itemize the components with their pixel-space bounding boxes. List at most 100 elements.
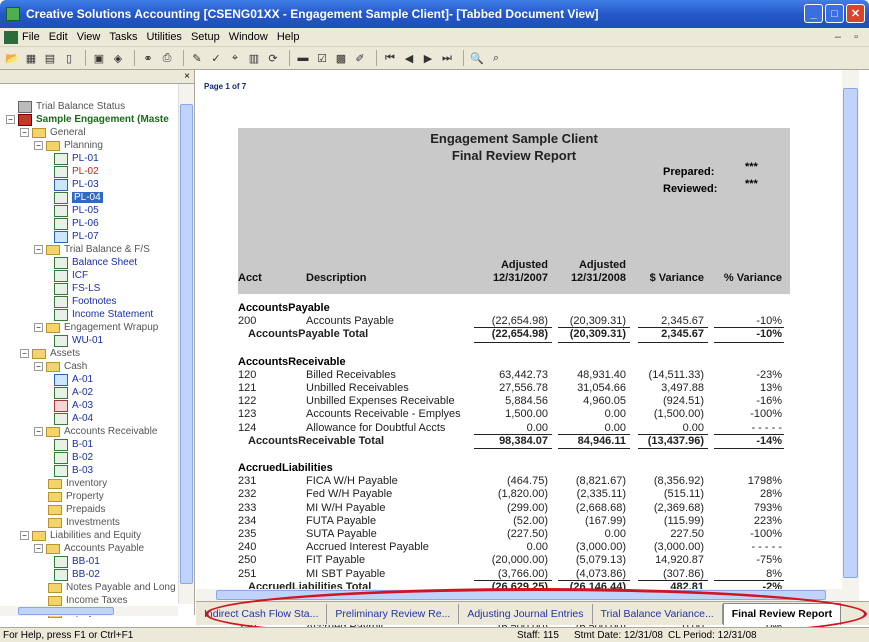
total-double-rule	[474, 341, 552, 343]
print-icon[interactable]: ⎙	[159, 50, 175, 66]
new-document-icon[interactable]: ▯	[61, 50, 77, 66]
first-page-icon[interactable]: ⏮	[382, 50, 398, 66]
maximize-button[interactable]: □	[825, 4, 844, 23]
collapse-icon[interactable]: −	[20, 349, 29, 358]
binoculars-icon[interactable]: ⌖	[227, 50, 243, 66]
table-row: 234 FUTA Payable (52.00) (167.99) (115.99) 22…	[238, 515, 790, 528]
tree-doc-fs-ls[interactable]: FS-LS	[54, 282, 100, 295]
menu-tasks[interactable]: Tasks	[109, 31, 137, 43]
diamond-icon[interactable]: ◈	[110, 50, 126, 66]
link-icon[interactable]: ⚭	[140, 50, 156, 66]
tree-doc-a-01[interactable]: A-01	[54, 373, 93, 386]
tree-hscroll-thumb[interactable]	[18, 607, 114, 615]
collapse-icon[interactable]: −	[34, 427, 43, 436]
close-button[interactable]: ✕	[846, 4, 865, 23]
table-cell: 31,054.66	[577, 382, 626, 394]
mdi-document-icon[interactable]	[4, 30, 18, 44]
tree-doc-wu-01[interactable]: WU-01	[54, 334, 103, 347]
collapse-icon[interactable]: −	[6, 115, 15, 124]
notes-icon[interactable]: ▬	[295, 50, 311, 66]
menu-setup[interactable]: Setup	[191, 31, 220, 43]
tree-folder-tb-fs[interactable]: − Trial Balance & F/S	[34, 243, 150, 256]
signoff-icon[interactable]: ☑	[314, 50, 330, 66]
tree-folder-accounts-receivable[interactable]: − Accounts Receivable	[34, 425, 157, 438]
last-page-icon[interactable]: ⏭	[439, 50, 455, 66]
tree-folder-prepaids[interactable]: Prepaids	[48, 503, 105, 516]
tree-horizontal-scrollbar[interactable]	[0, 606, 178, 616]
tree-doc-footnotes[interactable]: Footnotes	[54, 295, 116, 308]
tree-item-engagement[interactable]: − Sample Engagement (Maste	[6, 113, 169, 126]
open-folder-icon[interactable]: 📂	[4, 50, 20, 66]
menu-file[interactable]: File	[22, 31, 40, 43]
collapse-icon[interactable]: −	[20, 128, 29, 137]
grid-icon[interactable]: ▥	[246, 50, 262, 66]
properties-icon[interactable]: ▣	[91, 50, 107, 66]
tree-doc-a-03[interactable]: A-03	[54, 399, 93, 412]
tree-folder-planning[interactable]: − Planning	[34, 139, 103, 152]
collapse-icon[interactable]: −	[34, 544, 43, 553]
tree-item-trial-balance-status[interactable]: Trial Balance Status	[18, 100, 125, 113]
mdi-controls[interactable]: – ▫	[835, 31, 863, 43]
zoom-out-icon[interactable]: ⌕	[488, 50, 504, 66]
document-vertical-scrollbar[interactable]	[842, 70, 859, 601]
tree-doc-pl-05[interactable]: PL-05	[54, 204, 99, 217]
tree-scroll-thumb[interactable]	[180, 104, 193, 584]
tree-folder-property[interactable]: Property	[48, 490, 104, 503]
tree-doc-pl-04[interactable]: PL-04	[54, 191, 103, 204]
tickmark-icon[interactable]: ✓	[208, 50, 224, 66]
tree-doc-a-02[interactable]: A-02	[54, 386, 93, 399]
tree-folder-general[interactable]: − General	[20, 126, 86, 139]
tree-doc-b-01[interactable]: B-01	[54, 438, 93, 451]
tree-doc-pl-07[interactable]: PL-07	[54, 230, 99, 243]
collapse-icon[interactable]: −	[20, 531, 29, 540]
tree-folder-liabilities-equity[interactable]: − Liabilities and Equity	[20, 529, 141, 542]
tree-folder-inventory[interactable]: Inventory	[48, 477, 107, 490]
tree-doc-pl-01[interactable]: PL-01	[54, 152, 99, 165]
menu-utilities[interactable]: Utilities	[146, 31, 181, 43]
next-page-icon[interactable]: ▶	[420, 50, 436, 66]
tree-doc-bb-02[interactable]: BB-02	[54, 568, 100, 581]
menu-help[interactable]: Help	[277, 31, 300, 43]
menu-window[interactable]: Window	[229, 31, 268, 43]
table-cell: 231	[238, 475, 257, 488]
collapse-icon[interactable]: −	[34, 323, 43, 332]
refresh-icon[interactable]: ⟳	[265, 50, 281, 66]
collapse-icon[interactable]: −	[34, 245, 43, 254]
table-cell: SUTA Payable	[306, 528, 377, 540]
tree-doc-bb-01[interactable]: BB-01	[54, 555, 100, 568]
prev-page-icon[interactable]: ◀	[401, 50, 417, 66]
menu-edit[interactable]: Edit	[49, 31, 68, 43]
tree-folder-cash[interactable]: − Cash	[34, 360, 87, 373]
reviewed-label: Reviewed:	[663, 183, 718, 195]
tree-doc-b-03[interactable]: B-03	[54, 464, 93, 477]
tree-doc-pl-03[interactable]: PL-03	[54, 178, 99, 191]
open-client-icon[interactable]: ▦	[23, 50, 39, 66]
tree-folder-assets[interactable]: − Assets	[20, 347, 80, 360]
collapse-icon[interactable]: −	[34, 362, 43, 371]
document-scroll-thumb[interactable]	[843, 88, 858, 578]
tree-folder-accounts-payable[interactable]: − Accounts Payable	[34, 542, 144, 555]
collapse-icon[interactable]: −	[34, 141, 43, 150]
workpaper-icon	[54, 295, 68, 308]
edit-icon[interactable]: ✎	[189, 50, 205, 66]
tree-doc-balance-sheet[interactable]: Balance Sheet	[54, 256, 137, 269]
folder-icon	[48, 582, 62, 593]
script-icon[interactable]: ✐	[352, 50, 368, 66]
table-cell: 234	[238, 514, 257, 527]
tree-doc-b-02[interactable]: B-02	[54, 451, 93, 464]
new-engagement-icon[interactable]: ▤	[42, 50, 58, 66]
tree-folder-wrapup[interactable]: − Engagement Wrapup	[34, 321, 158, 334]
tree-folder-investments[interactable]: Investments	[48, 516, 120, 529]
minimize-button[interactable]: _	[804, 4, 823, 23]
zoom-in-icon[interactable]: 🔍	[469, 50, 485, 66]
tree-doc-income-statement[interactable]: Income Statement	[54, 308, 153, 321]
tree-doc-a-04[interactable]: A-04	[54, 412, 93, 425]
tree-folder-notes-payable[interactable]: Notes Payable and Long	[48, 581, 176, 594]
calc-icon[interactable]: ▩	[333, 50, 349, 66]
tree-doc-pl-02[interactable]: PL-02	[54, 165, 99, 178]
tree-close-icon[interactable]: ×	[184, 71, 190, 82]
menu-view[interactable]: View	[77, 31, 101, 43]
tree-vertical-scrollbar[interactable]	[178, 84, 194, 604]
tree-doc-icf[interactable]: ICF	[54, 269, 88, 282]
tree-doc-pl-06[interactable]: PL-06	[54, 217, 99, 230]
